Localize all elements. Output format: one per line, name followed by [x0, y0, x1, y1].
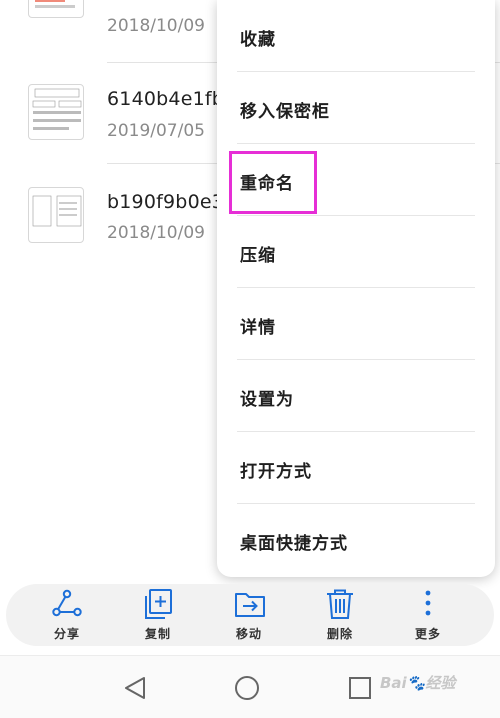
menu-item-open-with[interactable]: 打开方式	[217, 432, 495, 504]
copy-icon	[145, 589, 172, 619]
menu-item-favorite[interactable]: 收藏	[217, 0, 495, 72]
more-vertical-icon	[425, 590, 431, 616]
watermark: Bai🐾经验	[380, 672, 455, 693]
move-folder-icon	[235, 593, 265, 617]
file-name: 6140b4e1fb	[107, 88, 225, 110]
copy-label: 复制	[144, 627, 171, 641]
menu-item-label: 桌面快捷方式	[240, 534, 348, 554]
menu-item-desktop-shortcut[interactable]: 桌面快捷方式	[217, 504, 495, 576]
file-thumbnail	[28, 0, 84, 18]
menu-item-details[interactable]: 详情	[217, 288, 495, 360]
bottom-toolbar: 分享 复制 移动 删除 更多	[6, 584, 494, 646]
copy-button[interactable]: 复制	[118, 584, 198, 646]
move-label: 移动	[235, 627, 262, 641]
home-icon[interactable]	[232, 673, 262, 703]
more-button[interactable]: 更多	[388, 584, 468, 646]
share-button[interactable]: 分享	[27, 584, 107, 646]
recent-apps-icon[interactable]	[345, 673, 375, 703]
menu-item-label: 移入保密柜	[240, 102, 330, 122]
paw-icon: 🐾	[406, 674, 426, 692]
menu-item-label: 压缩	[240, 246, 276, 266]
more-options-menu: 收藏 移入保密柜 重命名 压缩 详情 设置为 打开方式 桌面快捷方式	[217, 0, 495, 577]
file-date: 2019/07/05	[107, 121, 205, 141]
share-label: 分享	[53, 627, 80, 641]
file-name: b190f9b0e3	[107, 191, 225, 213]
delete-label: 删除	[326, 627, 353, 641]
delete-button[interactable]: 删除	[300, 584, 380, 646]
more-label: 更多	[414, 627, 441, 641]
menu-item-label: 打开方式	[240, 462, 312, 482]
file-date: 2018/10/09	[107, 16, 205, 36]
file-date: 2018/10/09	[107, 223, 205, 243]
watermark-brand: Bai	[380, 674, 407, 692]
menu-item-compress[interactable]: 压缩	[217, 216, 495, 288]
menu-item-label: 收藏	[240, 30, 276, 50]
menu-item-label: 详情	[240, 318, 276, 338]
menu-item-set-as[interactable]: 设置为	[217, 360, 495, 432]
menu-item-move-to-safe[interactable]: 移入保密柜	[217, 72, 495, 144]
file-thumbnail	[28, 187, 84, 243]
back-icon[interactable]	[120, 673, 150, 703]
file-thumbnail	[28, 84, 84, 140]
trash-icon	[327, 589, 353, 619]
share-icon	[52, 589, 82, 617]
menu-item-label: 设置为	[240, 390, 294, 410]
rename-highlight-box	[229, 151, 317, 214]
move-button[interactable]: 移动	[209, 584, 289, 646]
watermark-suffix: 经验	[425, 674, 456, 692]
